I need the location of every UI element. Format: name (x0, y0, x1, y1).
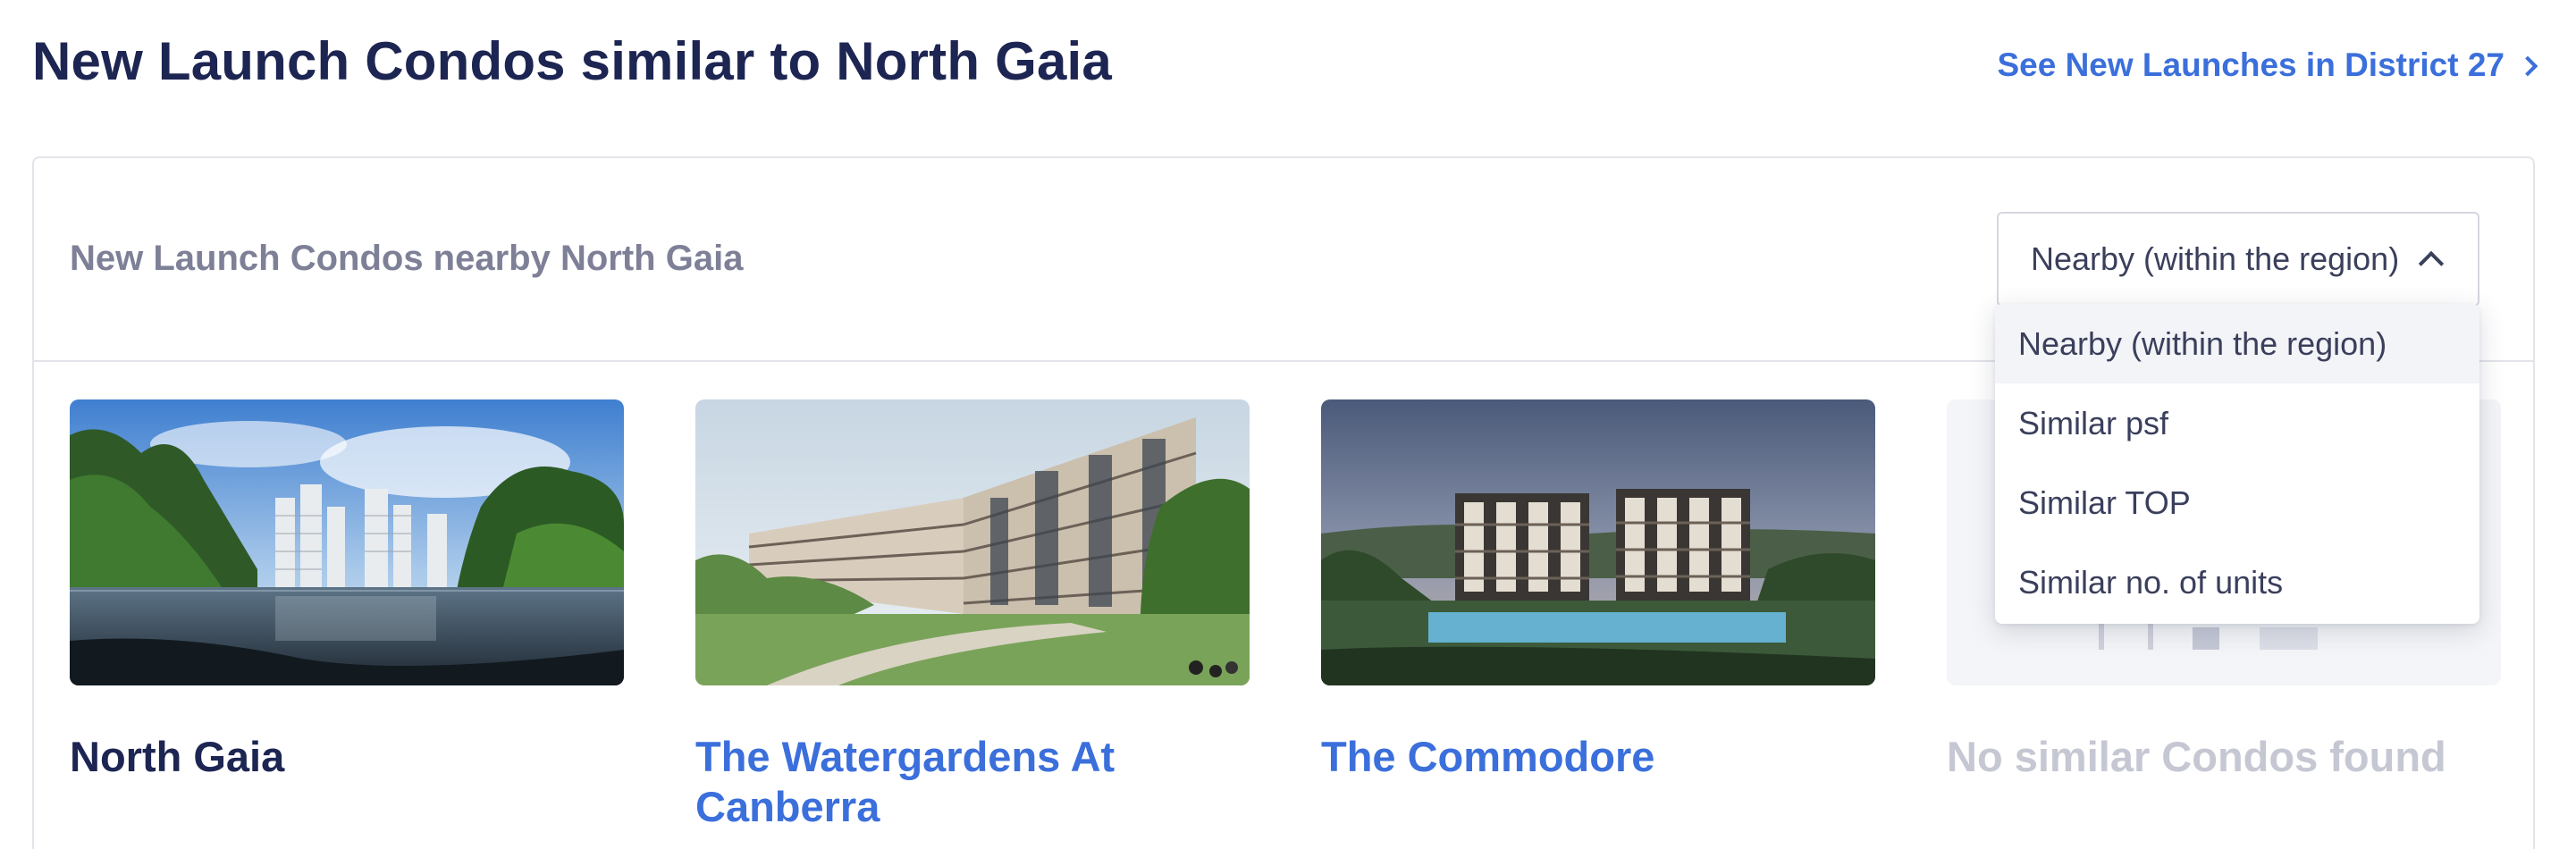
filter-option-similar-top[interactable]: Similar TOP (1995, 463, 2479, 542)
condo-card-watergardens[interactable]: The Watergardens At Canberra (695, 399, 1250, 832)
see-district-launches-label: See New Launches in District 27 (1997, 46, 2504, 83)
filter-option-nearby[interactable]: Nearby (within the region) (1995, 304, 2479, 383)
similarity-filter-menu: Nearby (within the region) Similar psf S… (1995, 304, 2479, 624)
filter-selected-value: Nearby (within the region) (2031, 240, 2400, 277)
condo-card-commodore[interactable]: The Commodore (1321, 399, 1875, 782)
panel-subtitle: New Launch Condos nearby North Gaia (70, 239, 744, 278)
condo-name: North Gaia (70, 733, 285, 780)
similarity-filter-select[interactable]: Nearby (within the region) (1997, 212, 2479, 307)
condo-card-north-gaia[interactable]: North Gaia (70, 399, 624, 782)
condo-image-commodore[interactable] (1321, 399, 1875, 685)
page-title: New Launch Condos similar to North Gaia (32, 31, 1112, 91)
empty-state-text: No similar Condos found (1947, 733, 2446, 780)
chevron-right-icon (2517, 55, 2538, 77)
condo-name[interactable]: The Commodore (1321, 732, 1875, 782)
condo-name[interactable]: The Watergardens At Canberra (695, 732, 1250, 832)
chevron-up-icon (2418, 250, 2445, 277)
filter-option-similar-psf[interactable]: Similar psf (1995, 383, 2479, 463)
condo-image-watergardens[interactable] (695, 399, 1250, 685)
filter-option-similar-units[interactable]: Similar no. of units (1995, 542, 2479, 622)
condo-image-north-gaia[interactable] (70, 399, 624, 685)
see-district-launches-link[interactable]: See New Launches in District 27 (1997, 46, 2538, 84)
